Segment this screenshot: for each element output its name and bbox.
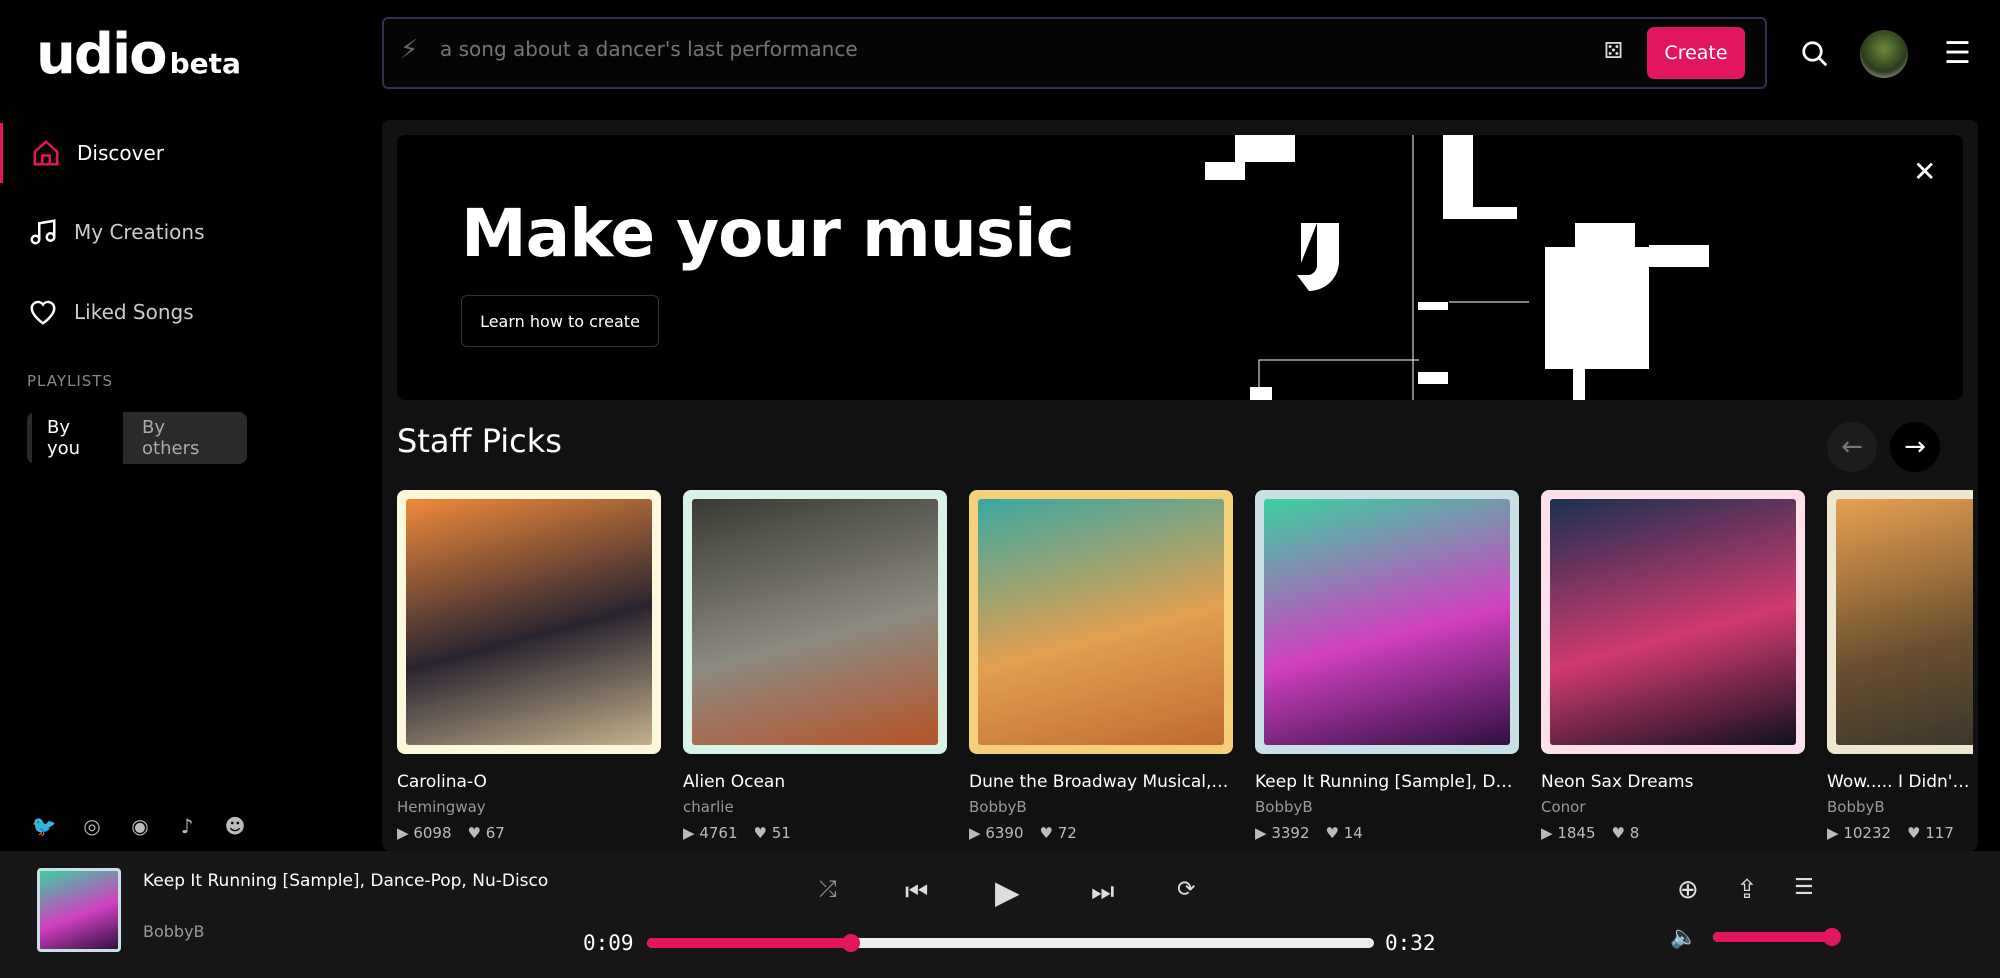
play-count: ▶ 10232 <box>1827 824 1892 842</box>
play-count: ▶ 3392 <box>1255 824 1310 842</box>
twitter-icon[interactable]: 🐦 <box>30 814 58 842</box>
heart-icon <box>30 300 56 325</box>
play-count: ▶ 1845 <box>1541 824 1596 842</box>
tiktok-icon[interactable]: ♪ <box>173 814 201 842</box>
music-note-icon <box>30 219 56 245</box>
song-card[interactable]: Keep It Running [Sample], Danc... BobbyB… <box>1255 490 1519 842</box>
duration-time: 0:32 <box>1385 931 1436 955</box>
play-icon[interactable]: ▶ <box>995 873 1020 911</box>
home-icon <box>33 140 59 166</box>
like-count: ♥ 72 <box>1039 824 1077 842</box>
sidebar-item-my-creations[interactable]: My Creations <box>0 202 380 262</box>
queue-icon[interactable]: ☰ <box>1794 875 1814 900</box>
now-playing-artist[interactable]: BobbyB <box>143 922 205 941</box>
like-count: ♥ 67 <box>467 824 505 842</box>
share-icon[interactable]: ⇪ <box>1736 875 1758 905</box>
carousel-next-button[interactable]: → <box>1890 422 1940 472</box>
playlist-toggle[interactable]: By you By others <box>27 408 247 468</box>
banner-title: Make your music <box>461 195 1075 272</box>
hero-banner: Make your music Learn how to create ✕ <box>397 135 1963 400</box>
like-count: ♥ 14 <box>1325 824 1363 842</box>
song-artwork[interactable] <box>683 490 947 754</box>
elapsed-time: 0:09 <box>583 931 634 955</box>
song-artwork[interactable] <box>1255 490 1519 754</box>
discord-icon[interactable]: ◉ <box>126 814 154 842</box>
close-icon[interactable]: ✕ <box>1913 155 1936 188</box>
song-artist[interactable]: BobbyB <box>969 798 1233 816</box>
song-artwork[interactable] <box>969 490 1233 754</box>
play-count: ▶ 6390 <box>969 824 1024 842</box>
shuffle-icon[interactable]: ⤮ <box>819 877 837 902</box>
song-artist[interactable]: Hemingway <box>397 798 661 816</box>
previous-icon[interactable]: ⏮ <box>905 877 928 908</box>
song-artwork[interactable] <box>397 490 661 754</box>
sidebar-item-liked-songs[interactable]: Liked Songs <box>0 282 380 342</box>
playlists-heading: PLAYLISTS <box>27 372 113 390</box>
menu-icon[interactable]: ☰ <box>1944 36 1971 71</box>
play-count: ▶ 6098 <box>397 824 452 842</box>
prompt-bar: ⚡ ⚄ <box>382 17 1767 89</box>
learn-how-button[interactable]: Learn how to create <box>461 295 659 347</box>
dice-icon[interactable]: ⚄ <box>1604 39 1623 64</box>
toggle-by-you[interactable]: By you <box>32 408 124 468</box>
search-icon[interactable] <box>1800 39 1830 69</box>
next-icon[interactable]: ⏭ <box>1091 877 1114 908</box>
progress-slider[interactable] <box>647 934 1374 952</box>
song-title[interactable]: Dune the Broadway Musical, Sh... <box>969 772 1233 792</box>
like-count: ♥ 117 <box>1907 824 1954 842</box>
carousel-prev-button[interactable]: ← <box>1827 422 1877 472</box>
player-bar: Keep It Running [Sample], Dance-Pop, Nu-… <box>0 851 2000 978</box>
reddit-icon[interactable]: ☻ <box>221 814 249 842</box>
create-button[interactable]: Create <box>1647 27 1745 79</box>
song-artwork[interactable] <box>1541 490 1805 754</box>
like-count: ♥ 8 <box>1611 824 1640 842</box>
song-title[interactable]: Carolina-O <box>397 772 661 792</box>
repeat-icon[interactable]: ⟳ <box>1177 877 1195 902</box>
now-playing-title[interactable]: Keep It Running [Sample], Dance-Pop, Nu-… <box>143 871 548 891</box>
song-title[interactable]: Keep It Running [Sample], Danc... <box>1255 772 1519 792</box>
song-artist[interactable]: BobbyB <box>1255 798 1519 816</box>
instagram-icon[interactable]: ◎ <box>78 814 106 842</box>
play-count: ▶ 4761 <box>683 824 738 842</box>
song-card[interactable]: Wow..... I Didn't K BobbyB ▶ 10232 ♥ 117 <box>1827 490 1973 842</box>
staff-picks-title: Staff Picks <box>397 422 562 460</box>
add-icon[interactable]: ⊕ <box>1677 875 1699 905</box>
song-title[interactable]: Alien Ocean <box>683 772 947 792</box>
banner-graphic <box>1205 135 1709 400</box>
volume-icon[interactable]: 🔈 <box>1670 925 1697 950</box>
avatar[interactable] <box>1860 30 1908 78</box>
song-artist[interactable]: Conor <box>1541 798 1805 816</box>
toggle-by-others[interactable]: By others <box>127 408 242 468</box>
song-card[interactable]: Alien Ocean charlie ▶ 4761 ♥ 51 <box>683 490 947 842</box>
volume-slider[interactable] <box>1713 928 1841 946</box>
song-artist[interactable]: BobbyB <box>1827 798 1973 816</box>
sidebar-item-discover[interactable]: Discover <box>0 123 380 183</box>
song-card[interactable]: Carolina-O Hemingway ▶ 6098 ♥ 67 <box>397 490 661 842</box>
song-artwork[interactable] <box>1827 490 1973 754</box>
song-card[interactable]: Dune the Broadway Musical, Sh... BobbyB … <box>969 490 1233 842</box>
now-playing-artwork[interactable] <box>37 868 121 952</box>
like-count: ♥ 51 <box>753 824 791 842</box>
prompt-input[interactable] <box>440 37 1440 61</box>
udio-logo[interactable]: udio beta <box>36 22 241 87</box>
song-title[interactable]: Wow..... I Didn't K <box>1827 772 1973 792</box>
song-artist[interactable]: charlie <box>683 798 947 816</box>
song-title[interactable]: Neon Sax Dreams <box>1541 772 1805 792</box>
song-card[interactable]: Neon Sax Dreams Conor ▶ 1845 ♥ 8 <box>1541 490 1805 842</box>
lightning-icon: ⚡ <box>400 35 419 65</box>
